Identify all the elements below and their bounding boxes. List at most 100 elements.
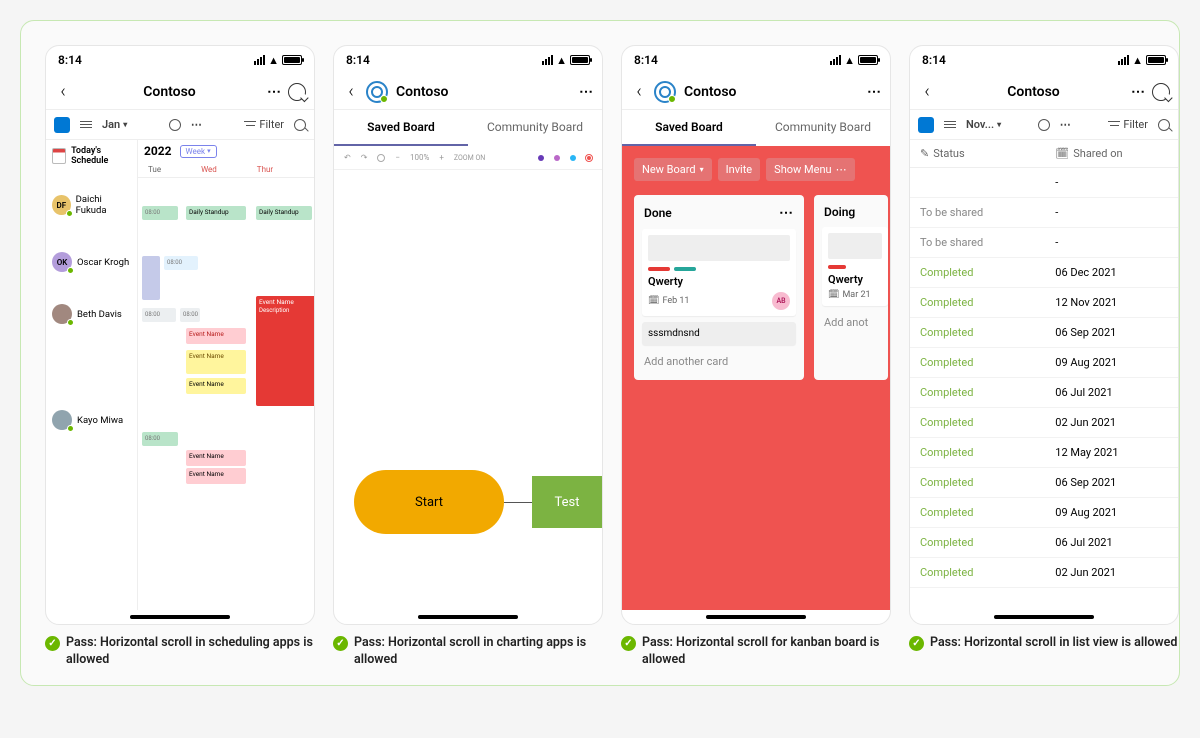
list-row[interactable]: Completed02 Jun 2021 — [910, 408, 1178, 438]
kanban-card[interactable]: Qwerty 🗓Feb 11 AB — [642, 229, 796, 316]
list-row[interactable]: To be shared- — [910, 228, 1178, 258]
tab-saved-board[interactable]: Saved Board — [334, 110, 468, 146]
event[interactable]: Daily Standup — [256, 206, 312, 220]
record-icon[interactable] — [1038, 119, 1050, 131]
kanban-body[interactable]: New Board▾ Invite Show Menu⋯ Done ⋯ Qwer — [622, 146, 890, 610]
test-node[interactable]: Test — [532, 476, 602, 528]
record-icon[interactable] — [169, 119, 181, 131]
zoom-pct[interactable]: 100% — [410, 153, 429, 162]
show-menu-button[interactable]: Show Menu⋯ — [766, 158, 854, 181]
start-node[interactable]: Start — [354, 470, 504, 534]
event[interactable]: 08:00 — [180, 308, 200, 322]
zoom-on-label[interactable]: ZOOM ON — [454, 154, 485, 162]
home-indicator[interactable] — [622, 610, 890, 624]
kanban-card[interactable]: Qwerty 🗓Mar 21 — [822, 227, 888, 306]
event[interactable]: 08:00 — [142, 206, 178, 220]
event[interactable]: Event Name — [186, 450, 246, 466]
event[interactable]: Event Name — [186, 350, 246, 374]
person-row[interactable]: OK Oscar Krogh — [46, 244, 137, 280]
person-row[interactable]: Kayo Miwa — [46, 402, 137, 438]
list-row[interactable]: Completed06 Sep 2021 — [910, 468, 1178, 498]
list-row[interactable]: Completed09 Aug 2021 — [910, 498, 1178, 528]
filter-button[interactable]: Filter — [1108, 118, 1148, 131]
column-more-icon[interactable]: ⋯ — [779, 205, 794, 221]
home-indicator[interactable] — [334, 610, 602, 624]
tab-community-board[interactable]: Community Board — [468, 110, 602, 146]
event[interactable]: Event Name — [186, 328, 246, 344]
home-indicator[interactable] — [46, 610, 314, 624]
list-row[interactable]: - — [910, 168, 1178, 198]
circle-tool-icon[interactable] — [377, 154, 385, 162]
kanban-columns[interactable]: Done ⋯ Qwerty 🗓Feb 11 AB sss — [634, 195, 890, 380]
event[interactable]: Event Name — [186, 468, 246, 484]
toolbar-more-icon[interactable]: ⋯ — [1060, 118, 1072, 131]
search-icon[interactable] — [294, 119, 306, 131]
event[interactable]: Event Name — [186, 378, 246, 394]
more-button[interactable]: ⋯ — [579, 84, 594, 100]
more-button[interactable]: ⋯ — [1131, 84, 1146, 100]
month-dropdown[interactable]: Jan▾ — [102, 118, 127, 131]
chart-canvas[interactable]: Start Test — [334, 170, 602, 610]
app-logo-icon[interactable] — [366, 81, 388, 103]
month-dropdown[interactable]: Nov...▾ — [966, 118, 1001, 131]
event[interactable]: 08:00 — [142, 432, 178, 446]
list-icon[interactable] — [80, 121, 92, 129]
list-row[interactable]: Completed06 Sep 2021 — [910, 318, 1178, 348]
person-row[interactable]: DF Daichi Fukuda — [46, 186, 137, 224]
more-button[interactable]: ⋯ — [267, 84, 282, 100]
filter-button[interactable]: Filter — [244, 118, 284, 131]
kanban-column-doing[interactable]: Doing Qwerty 🗓Mar 21 Add anot — [814, 195, 888, 380]
list-row[interactable]: Completed12 Nov 2021 — [910, 288, 1178, 318]
col-status[interactable]: ✎Status — [920, 147, 1055, 160]
back-button[interactable]: ‹ — [342, 83, 360, 101]
back-button[interactable]: ‹ — [630, 83, 648, 101]
list-row[interactable]: Completed09 Aug 2021 — [910, 348, 1178, 378]
search-icon[interactable] — [1158, 119, 1170, 131]
event[interactable]: Daily Standup — [186, 206, 246, 220]
app-logo-icon[interactable] — [654, 81, 676, 103]
back-button[interactable]: ‹ — [918, 83, 936, 101]
toolbar-more-icon[interactable]: ⋯ — [191, 118, 203, 131]
app-icon[interactable] — [54, 117, 70, 133]
schedule-body[interactable]: Today's Schedule DF Daichi Fukuda OK Osc… — [46, 140, 314, 610]
new-board-button[interactable]: New Board▾ — [634, 158, 712, 181]
list-row[interactable]: Completed06 Jul 2021 — [910, 528, 1178, 558]
add-card-button[interactable]: Add another card — [642, 351, 796, 372]
zoom-out-icon[interactable]: − — [395, 153, 400, 162]
invite-button[interactable]: Invite — [718, 158, 761, 181]
more-button[interactable]: ⋯ — [867, 84, 882, 100]
schedule-grid[interactable]: 2022 Week▾ Tue Wed Thur 08:00 Daily Stan… — [138, 140, 314, 610]
add-card-button[interactable]: Add anot — [822, 312, 888, 333]
list-icon[interactable] — [944, 121, 956, 129]
todays-schedule[interactable]: Today's Schedule — [46, 140, 137, 172]
list-row[interactable]: Completed02 Jun 2021 — [910, 558, 1178, 588]
event[interactable]: 08:00 — [142, 308, 176, 322]
event[interactable] — [142, 256, 160, 300]
list-row[interactable]: Completed06 Jul 2021 — [910, 378, 1178, 408]
color-dot-icon[interactable] — [586, 155, 592, 161]
chat-icon[interactable] — [1152, 83, 1170, 101]
chat-icon[interactable] — [288, 83, 306, 101]
list-body[interactable]: ✎Status 🗓Shared on -To be shared-To be s… — [910, 140, 1178, 610]
color-dot-icon[interactable] — [554, 155, 560, 161]
events-area[interactable]: 08:00 Daily Standup Daily Standup 08:00 … — [138, 178, 314, 610]
list-row[interactable]: To be shared- — [910, 198, 1178, 228]
app-icon[interactable] — [918, 117, 934, 133]
col-shared-on[interactable]: 🗓Shared on — [1055, 147, 1168, 160]
kanban-column-done[interactable]: Done ⋯ Qwerty 🗓Feb 11 AB sss — [634, 195, 804, 380]
color-dot-icon[interactable] — [538, 155, 544, 161]
week-chip[interactable]: Week▾ — [180, 145, 217, 158]
list-row[interactable]: Completed12 May 2021 — [910, 438, 1178, 468]
home-indicator[interactable] — [910, 610, 1178, 624]
event[interactable]: 08:00 — [164, 256, 198, 270]
person-row[interactable]: Beth Davis — [46, 296, 137, 332]
list-row[interactable]: Completed06 Dec 2021 — [910, 258, 1178, 288]
color-dot-icon[interactable] — [570, 155, 576, 161]
redo-icon[interactable]: ↷ — [361, 153, 368, 162]
tab-community-board[interactable]: Community Board — [756, 110, 890, 146]
tab-saved-board[interactable]: Saved Board — [622, 110, 756, 146]
kanban-card[interactable]: sssmdnsnd — [642, 322, 796, 345]
event[interactable]: Event NameDescription — [256, 296, 314, 406]
zoom-in-icon[interactable]: + — [439, 153, 444, 162]
back-button[interactable]: ‹ — [54, 83, 72, 101]
